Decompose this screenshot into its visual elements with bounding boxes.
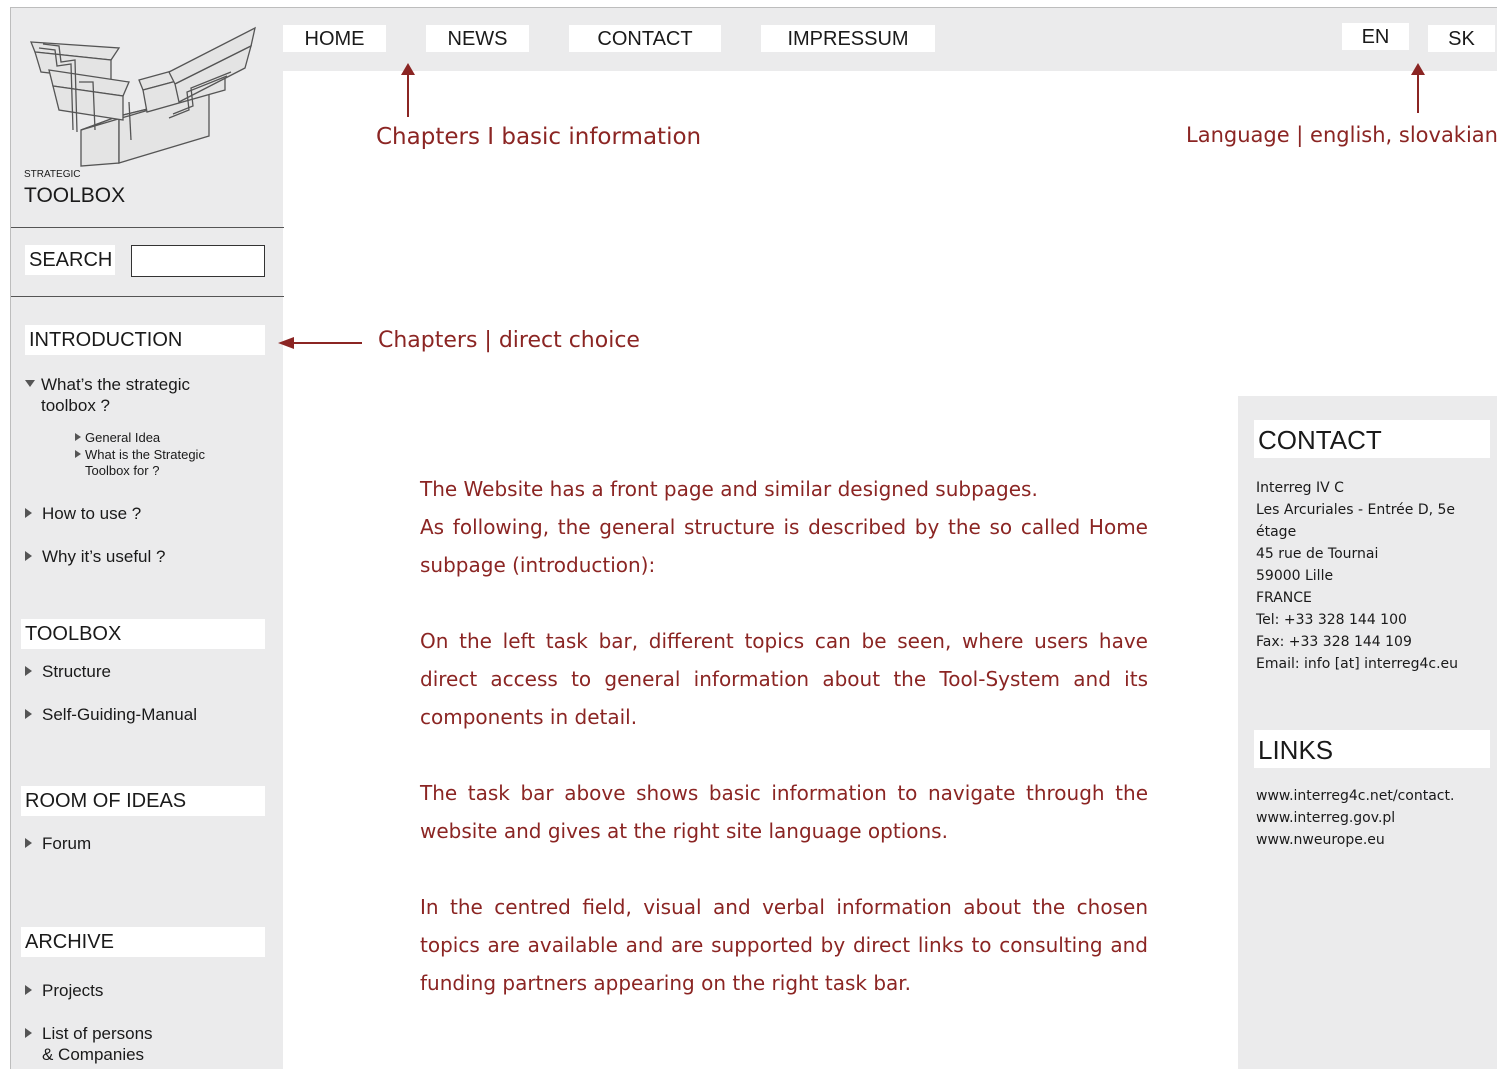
contact-address: Interreg IV C Les Arcuriales - Entrée D,… [1256, 477, 1486, 675]
logo-subtitle: STRATEGIC [24, 169, 81, 180]
links-heading: LINKS [1254, 730, 1490, 768]
main-paragraph: The Website has a front page and similar… [420, 477, 1038, 501]
contact-line: Email: info [at] interreg4c.eu [1256, 656, 1459, 672]
chapter-introduction[interactable]: INTRODUCTION [25, 325, 265, 355]
main-paragraph: As following, the general structure is d… [420, 515, 1148, 577]
contact-line: FRANCE [1256, 590, 1312, 606]
triangle-right-icon [25, 551, 32, 561]
sidebar-subitem-label: What is the Strategic Toolbox for ? [85, 447, 205, 478]
sidebar-item-label: Why it’s useful ? [42, 547, 166, 566]
sidebar-item-projects[interactable]: Projects [25, 980, 103, 1001]
annotation-arrow-up-icon [1411, 63, 1425, 113]
sidebar-subitem-general-idea[interactable]: General Idea [75, 430, 160, 446]
sidebar-item-whats-toolbox[interactable]: What’s the strategic toolbox ? [25, 374, 211, 416]
nav-contact-button[interactable]: CONTACT [569, 25, 721, 52]
sidebar-item-self-guiding-manual[interactable]: Self-Guiding-Manual [25, 704, 197, 725]
sidebar-divider [11, 227, 284, 228]
chapter-room-of-ideas[interactable]: ROOM OF IDEAS [21, 786, 265, 816]
annotation-arrow-left-icon [278, 337, 362, 349]
sidebar-item-list-of-persons[interactable]: List of persons & Companies [25, 1023, 153, 1065]
right-sidebar: CONTACT Interreg IV C Les Arcuriales - E… [1238, 396, 1497, 1069]
sidebar-item-label-line2: & Companies [42, 1045, 145, 1064]
sidebar-item-label: Projects [42, 981, 104, 1000]
sidebar-subitem-label: General Idea [85, 430, 161, 445]
annotation-chapters-basic: Chapters I basic information [376, 124, 702, 150]
top-navigation-bar: HOME NEWS CONTACT IMPRESSUM EN SK [283, 7, 1497, 71]
contact-line: Interreg IV C [1256, 480, 1344, 496]
contact-heading: CONTACT [1254, 420, 1490, 458]
external-link[interactable]: www.nweurope.eu [1256, 829, 1486, 851]
lang-en-button[interactable]: EN [1342, 23, 1409, 50]
nav-news-button[interactable]: NEWS [426, 25, 529, 52]
sidebar-item-label: Self-Guiding-Manual [42, 705, 197, 724]
external-link[interactable]: www.interreg.gov.pl [1256, 807, 1486, 829]
triangle-right-icon [25, 1028, 32, 1038]
triangle-right-icon [75, 450, 81, 458]
main-paragraph: In the centred field, visual and verbal … [420, 895, 1148, 995]
chapter-toolbox[interactable]: TOOLBOX [21, 619, 265, 649]
nav-home-button[interactable]: HOME [283, 25, 386, 52]
contact-line: Tel: +33 328 144 100 [1256, 612, 1407, 628]
main-content: The Website has a front page and similar… [420, 470, 1148, 1002]
logo-title: TOOLBOX [24, 184, 126, 207]
main-paragraph: The task bar above shows basic informati… [420, 781, 1148, 843]
sidebar-item-label: List of persons & Companies [42, 1023, 153, 1065]
sidebar-divider [11, 296, 284, 297]
annotation-language: Language | english, slovakian [1186, 123, 1497, 147]
triangle-right-icon [25, 838, 32, 848]
triangle-right-icon [25, 508, 32, 518]
contact-line: 59000 Lille [1256, 568, 1334, 584]
contact-line: 45 rue de Tournai [1256, 546, 1379, 562]
chevron-down-icon [25, 380, 35, 387]
sidebar-item-label: How to use ? [42, 504, 142, 523]
external-link[interactable]: www.interreg4c.net/contact. [1256, 785, 1486, 807]
annotation-arrow-up-icon [401, 63, 415, 117]
search-label: SEARCH [25, 245, 115, 275]
search-input[interactable] [131, 245, 265, 277]
sidebar-subitem-what-is-for[interactable]: What is the Strategic Toolbox for ? [75, 447, 235, 479]
toolbox-logo-icon [30, 26, 256, 167]
sidebar-item-label: What’s the strategic toolbox ? [41, 375, 190, 415]
left-sidebar: STRATEGIC TOOLBOX SEARCH INTRODUCTION Wh… [10, 7, 284, 1069]
sidebar-item-label-line1: List of persons [42, 1024, 153, 1043]
sidebar-item-forum[interactable]: Forum [25, 833, 91, 854]
sidebar-item-why-useful[interactable]: Why it’s useful ? [25, 546, 165, 567]
chapter-archive[interactable]: ARCHIVE [21, 927, 265, 957]
contact-line: Fax: +33 328 144 109 [1256, 634, 1412, 650]
contact-line: Les Arcuriales - Entrée D, 5e étage [1256, 502, 1456, 540]
triangle-right-icon [25, 709, 32, 719]
main-paragraph: On the left task bar, different topics c… [420, 629, 1148, 729]
sidebar-item-label: Structure [42, 662, 111, 681]
lang-sk-button[interactable]: SK [1428, 25, 1495, 52]
sidebar-item-label: Forum [42, 834, 92, 853]
triangle-right-icon [25, 666, 32, 676]
nav-impressum-button[interactable]: IMPRESSUM [761, 25, 935, 52]
triangle-right-icon [25, 985, 32, 995]
sidebar-item-structure[interactable]: Structure [25, 661, 111, 682]
annotation-chapters-direct: Chapters | direct choice [378, 328, 640, 353]
triangle-right-icon [75, 433, 81, 441]
links-list: www.interreg4c.net/contact. www.interreg… [1256, 785, 1486, 851]
sidebar-item-how-to-use[interactable]: How to use ? [25, 503, 141, 524]
